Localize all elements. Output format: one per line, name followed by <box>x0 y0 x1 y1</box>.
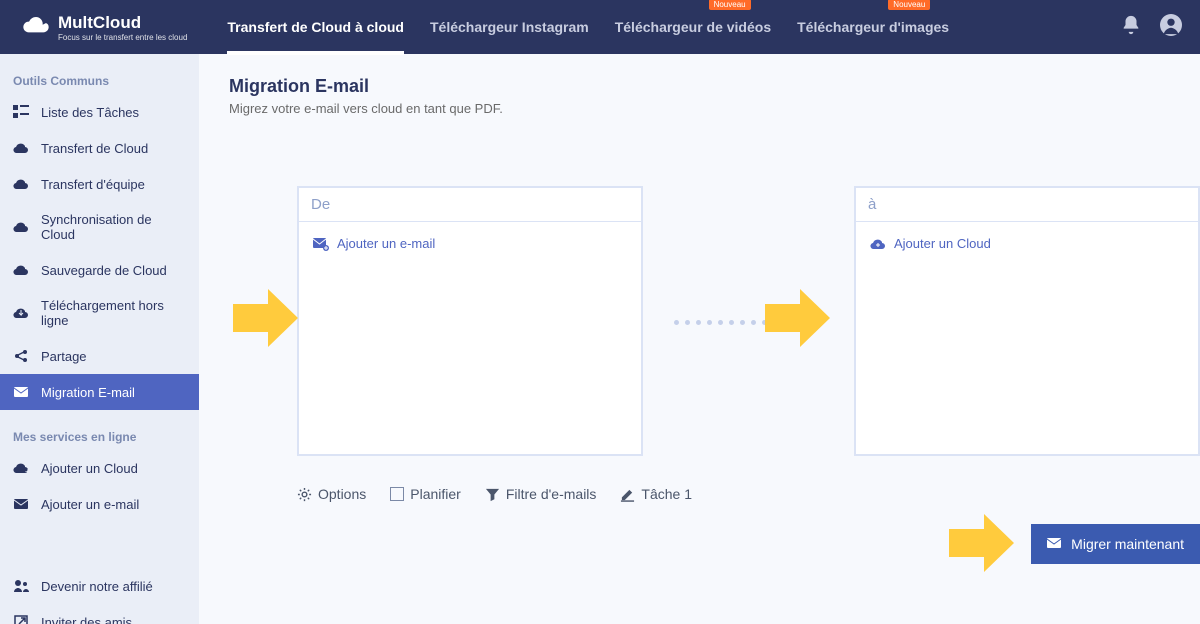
gear-icon <box>297 487 312 502</box>
add-cloud-button[interactable]: Ajouter un Cloud <box>870 236 1184 251</box>
cloud-transfer-icon <box>13 140 29 156</box>
team-transfer-icon <box>13 176 29 192</box>
people-icon <box>13 578 29 594</box>
new-badge: Nouveau <box>888 0 930 10</box>
email-icon <box>13 384 29 400</box>
nav-transfer[interactable]: Transfert de Cloud à cloud <box>227 1 404 53</box>
main-content: Migration E-mail Migrez votre e-mail ver… <box>199 54 1200 624</box>
filter-icon <box>485 487 500 502</box>
add-email-button[interactable]: Ajouter un e-mail <box>313 236 627 251</box>
svg-text:+: + <box>25 467 29 476</box>
sidebar-item-tasks[interactable]: Liste des Tâches <box>0 94 199 130</box>
nav-video[interactable]: Téléchargeur de vidéosNouveau <box>615 1 771 53</box>
sidebar-group-common: Outils Communs <box>0 66 199 94</box>
nav-images[interactable]: Téléchargeur d'imagesNouveau <box>797 1 949 53</box>
cloud-logo-icon <box>18 13 50 42</box>
sidebar-item-add-email[interactable]: Ajouter un e-mail <box>0 486 199 522</box>
top-nav: Transfert de Cloud à cloud Téléchargeur … <box>227 1 1120 53</box>
logo-title: MultCloud <box>58 13 187 33</box>
sync-icon <box>13 219 29 235</box>
sidebar-item-share[interactable]: Partage <box>0 338 199 374</box>
list-icon <box>13 104 29 120</box>
sidebar-item-add-cloud[interactable]: +Ajouter un Cloud <box>0 450 199 486</box>
sidebar-item-backup[interactable]: Sauvegarde de Cloud <box>0 252 199 288</box>
backup-icon <box>13 262 29 278</box>
sidebar-item-invite[interactable]: Inviter des amis <box>0 604 199 624</box>
from-label: De <box>299 188 641 222</box>
highlight-arrow-icon <box>765 289 830 347</box>
action-bar: Options Planifier Filtre d'e-mails Tâche… <box>229 486 1170 502</box>
sidebar: Outils Communs Liste des Tâches Transfer… <box>0 54 199 624</box>
add-cloud-icon: + <box>13 460 29 476</box>
sidebar-item-sync[interactable]: Synchronisation de Cloud <box>0 202 199 252</box>
to-label: à <box>856 188 1198 222</box>
external-link-icon <box>13 614 29 624</box>
app-header: MultCloud Focus sur le transfert entre l… <box>0 0 1200 54</box>
avatar-icon[interactable] <box>1160 14 1182 41</box>
sidebar-item-affiliate[interactable]: Devenir notre affilié <box>0 568 199 604</box>
sidebar-group-services: Mes services en ligne <box>0 422 199 450</box>
page-subtitle: Migrez votre e-mail vers cloud en tant q… <box>229 101 1170 116</box>
logo[interactable]: MultCloud Focus sur le transfert entre l… <box>18 13 187 42</box>
edit-icon <box>620 487 635 502</box>
mail-send-icon <box>1047 537 1063 551</box>
sidebar-item-team[interactable]: Transfert d'équipe <box>0 166 199 202</box>
mail-plus-icon <box>313 237 329 251</box>
highlight-arrow-icon <box>949 514 1014 572</box>
options-button[interactable]: Options <box>297 486 366 502</box>
sidebar-item-transfer[interactable]: Transfert de Cloud <box>0 130 199 166</box>
migrate-now-button[interactable]: Migrer maintenant <box>1031 524 1200 564</box>
filter-button[interactable]: Filtre d'e-mails <box>485 486 597 502</box>
task-name-button[interactable]: Tâche 1 <box>620 486 692 502</box>
bell-icon[interactable] <box>1120 14 1142 41</box>
new-badge: Nouveau <box>709 0 751 10</box>
highlight-arrow-icon <box>233 289 298 347</box>
add-email-icon <box>13 496 29 512</box>
share-icon <box>13 348 29 364</box>
sidebar-item-email-migration[interactable]: Migration E-mail <box>0 374 199 410</box>
page-title: Migration E-mail <box>229 76 1170 97</box>
logo-subtitle: Focus sur le transfert entre les cloud <box>58 33 187 42</box>
sidebar-item-offline[interactable]: Téléchargement hors ligne <box>0 288 199 338</box>
nav-instagram[interactable]: Téléchargeur Instagram <box>430 1 589 53</box>
schedule-button[interactable]: Planifier <box>390 486 461 502</box>
from-panel: De Ajouter un e-mail <box>297 186 643 456</box>
cloud-plus-icon <box>870 237 886 251</box>
to-panel: à Ajouter un Cloud <box>854 186 1200 456</box>
checkbox-icon <box>390 487 404 501</box>
download-icon <box>13 305 29 321</box>
